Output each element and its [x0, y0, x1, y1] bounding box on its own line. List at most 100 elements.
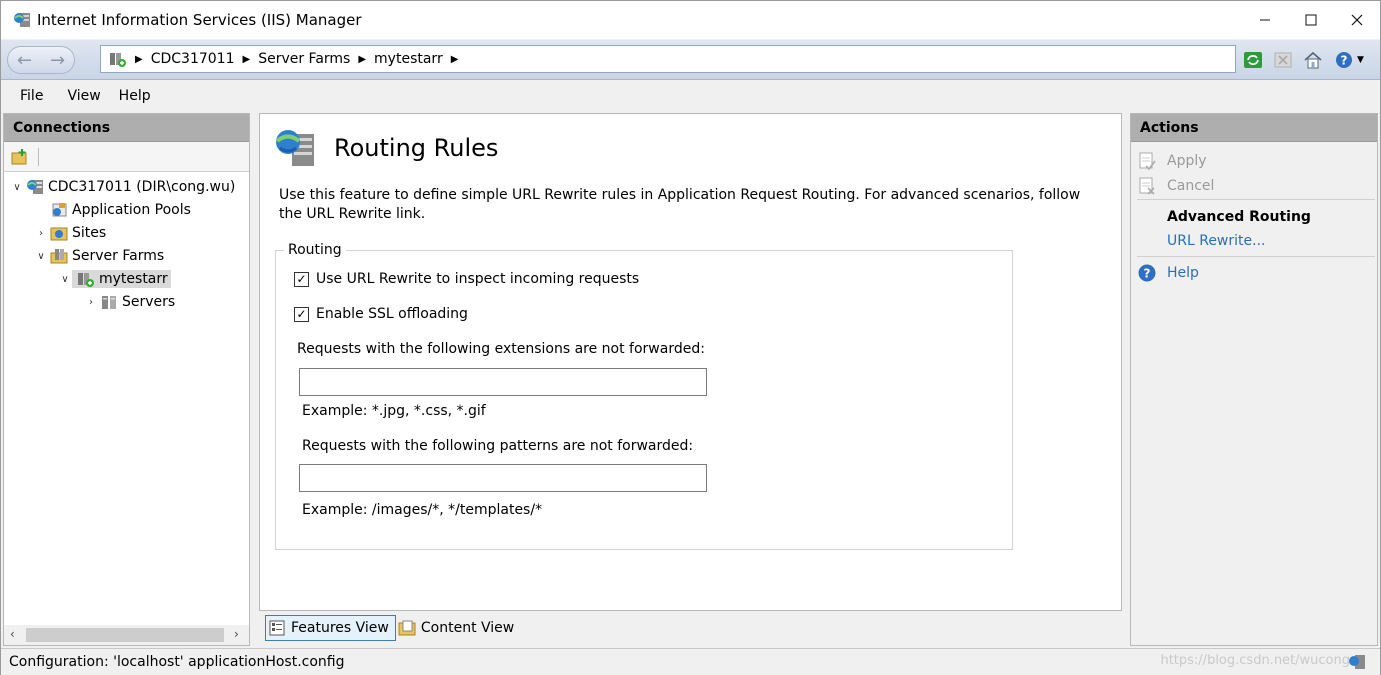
refresh-button[interactable] [1241, 48, 1265, 72]
stop-button[interactable] [1271, 48, 1295, 72]
address-bar[interactable]: ▶ CDC317011 ▶ Server Farms ▶ mytestarr ▶ [100, 45, 1236, 73]
title-bar: Internet Information Services (IIS) Mana… [1, 1, 1380, 39]
enable-ssl-checkbox[interactable]: ✓ [294, 306, 309, 322]
routing-rules-icon [275, 130, 314, 166]
patterns-input[interactable] [299, 464, 707, 492]
breadcrumb-separator-icon[interactable]: ▶ [135, 54, 143, 65]
actions-divider [1137, 256, 1375, 257]
server-icon [27, 180, 43, 194]
enable-ssl-option[interactable]: ✓ Enable SSL offloading [294, 306, 468, 322]
tree-label: mytestarr [99, 271, 168, 287]
features-view-icon [269, 620, 285, 636]
svg-text:?: ? [1144, 267, 1151, 281]
apply-icon [1139, 152, 1156, 171]
tab-label: Features View [291, 620, 389, 636]
tree-node-servers[interactable]: › Servers [84, 291, 175, 313]
patterns-example: Example: /images/*, */templates/* [302, 502, 543, 518]
svg-text:?: ? [1341, 54, 1348, 68]
tab-content-view[interactable]: Content View [396, 615, 520, 641]
nav-buttons: ← → [7, 46, 75, 74]
tree-node-farm-mytestarr[interactable]: ∨ mytestarr [58, 268, 171, 290]
action-url-rewrite[interactable]: URL Rewrite... [1167, 233, 1266, 249]
view-switcher: Features View Content View [265, 615, 520, 641]
actions-panel: Actions Apply Cancel Advanced Routing UR… [1130, 113, 1378, 646]
action-label: Cancel [1167, 178, 1215, 194]
routing-group-label: Routing [284, 242, 346, 258]
create-new-connection-icon[interactable] [10, 147, 30, 167]
use-url-rewrite-option[interactable]: ✓ Use URL Rewrite to inspect incoming re… [294, 271, 639, 287]
chevron-down-icon[interactable]: ∨ [58, 274, 72, 285]
tree-node-application-pools[interactable]: Application Pools [34, 199, 191, 221]
home-icon [1304, 51, 1322, 69]
page-title: Routing Rules [334, 134, 499, 162]
tree-label: Sites [72, 225, 107, 241]
action-cancel[interactable]: Cancel [1137, 176, 1214, 196]
close-button[interactable] [1334, 1, 1380, 39]
action-label: Apply [1167, 153, 1207, 169]
server-farm-icon [78, 273, 94, 287]
scroll-right-icon[interactable]: › [234, 627, 239, 641]
watermark-text: https://blog.csdn.net/wucong [1160, 653, 1350, 668]
breadcrumb-separator-icon[interactable]: ▶ [242, 54, 250, 65]
maximize-button[interactable] [1288, 1, 1334, 39]
tree-node-server-farms[interactable]: ∨ Server Farms [34, 245, 164, 267]
scroll-left-icon[interactable]: ‹ [10, 627, 15, 641]
page-description: Use this feature to define simple URL Re… [279, 187, 1081, 222]
forward-arrow-icon[interactable]: → [50, 50, 65, 71]
extensions-label: Requests with the following extensions a… [297, 341, 705, 357]
action-apply[interactable]: Apply [1137, 151, 1207, 171]
breadcrumb-server[interactable]: CDC317011 [151, 51, 235, 67]
breadcrumb-farm[interactable]: mytestarr [374, 51, 443, 67]
use-url-rewrite-label: Use URL Rewrite to inspect incoming requ… [316, 271, 640, 287]
tree-label: Servers [122, 294, 176, 310]
features-panel: Routing Rules Use this feature to define… [259, 113, 1122, 611]
chevron-down-icon[interactable]: ∨ [10, 182, 24, 193]
status-server-icon [1349, 655, 1365, 669]
breadcrumb-server-farms[interactable]: Server Farms [258, 51, 350, 67]
servers-icon [102, 296, 116, 309]
tree-node-server[interactable]: ∨ CDC317011 (DIR\cong.wu) [10, 176, 235, 198]
tree-node-sites[interactable]: › Sites [34, 222, 106, 244]
address-toolbar-buttons: ? ▼ [1241, 46, 1367, 74]
tab-features-view[interactable]: Features View [265, 615, 396, 641]
enable-ssl-label: Enable SSL offloading [316, 306, 468, 322]
connections-tree: ∨ CDC317011 (DIR\cong.wu) Application Po… [4, 172, 249, 310]
tree-label: Server Farms [72, 248, 165, 264]
iis-manager-window: Internet Information Services (IIS) Mana… [0, 0, 1381, 675]
chevron-down-icon: ▼ [1357, 55, 1364, 65]
window-title: Internet Information Services (IIS) Mana… [37, 11, 362, 29]
chevron-right-icon[interactable]: › [84, 297, 98, 308]
breadcrumb-separator-icon[interactable]: ▶ [451, 54, 459, 65]
server-farm-icon [110, 53, 126, 67]
menu-help[interactable]: Help [119, 88, 151, 104]
chevron-right-icon[interactable]: › [34, 228, 48, 239]
scrollbar-thumb[interactable] [26, 628, 224, 642]
actions-header: Actions [1131, 114, 1377, 142]
help-dropdown-button[interactable]: ? ▼ [1331, 48, 1367, 72]
action-help[interactable]: ? Help [1137, 263, 1199, 283]
status-text: Configuration: 'localhost' applicationHo… [9, 654, 345, 670]
page-header: Routing Rules [274, 128, 498, 168]
minimize-button[interactable] [1242, 1, 1288, 39]
tree-selection: mytestarr [72, 270, 171, 288]
connections-toolbar [4, 142, 249, 172]
extensions-input[interactable] [299, 368, 707, 396]
menu-file[interactable]: File [20, 88, 43, 104]
home-button[interactable] [1301, 48, 1325, 72]
horizontal-scrollbar[interactable]: ‹ › [4, 625, 249, 645]
menu-view[interactable]: View [67, 88, 100, 104]
routing-group: Routing ✓ Use URL Rewrite to inspect inc… [275, 242, 1013, 550]
patterns-label: Requests with the following patterns are… [302, 438, 694, 454]
window-controls [1242, 1, 1380, 39]
back-arrow-icon[interactable]: ← [17, 50, 32, 71]
help-icon: ? [1336, 52, 1353, 68]
extensions-example: Example: *.jpg, *.css, *.gif [302, 403, 486, 419]
sites-folder-icon [50, 227, 68, 241]
refresh-icon [1244, 52, 1262, 68]
iis-app-icon [14, 13, 30, 27]
stop-icon [1274, 52, 1292, 68]
breadcrumb-separator-icon[interactable]: ▶ [358, 54, 366, 65]
close-icon [1351, 14, 1363, 26]
chevron-down-icon[interactable]: ∨ [34, 251, 48, 262]
use-url-rewrite-checkbox[interactable]: ✓ [294, 271, 309, 287]
